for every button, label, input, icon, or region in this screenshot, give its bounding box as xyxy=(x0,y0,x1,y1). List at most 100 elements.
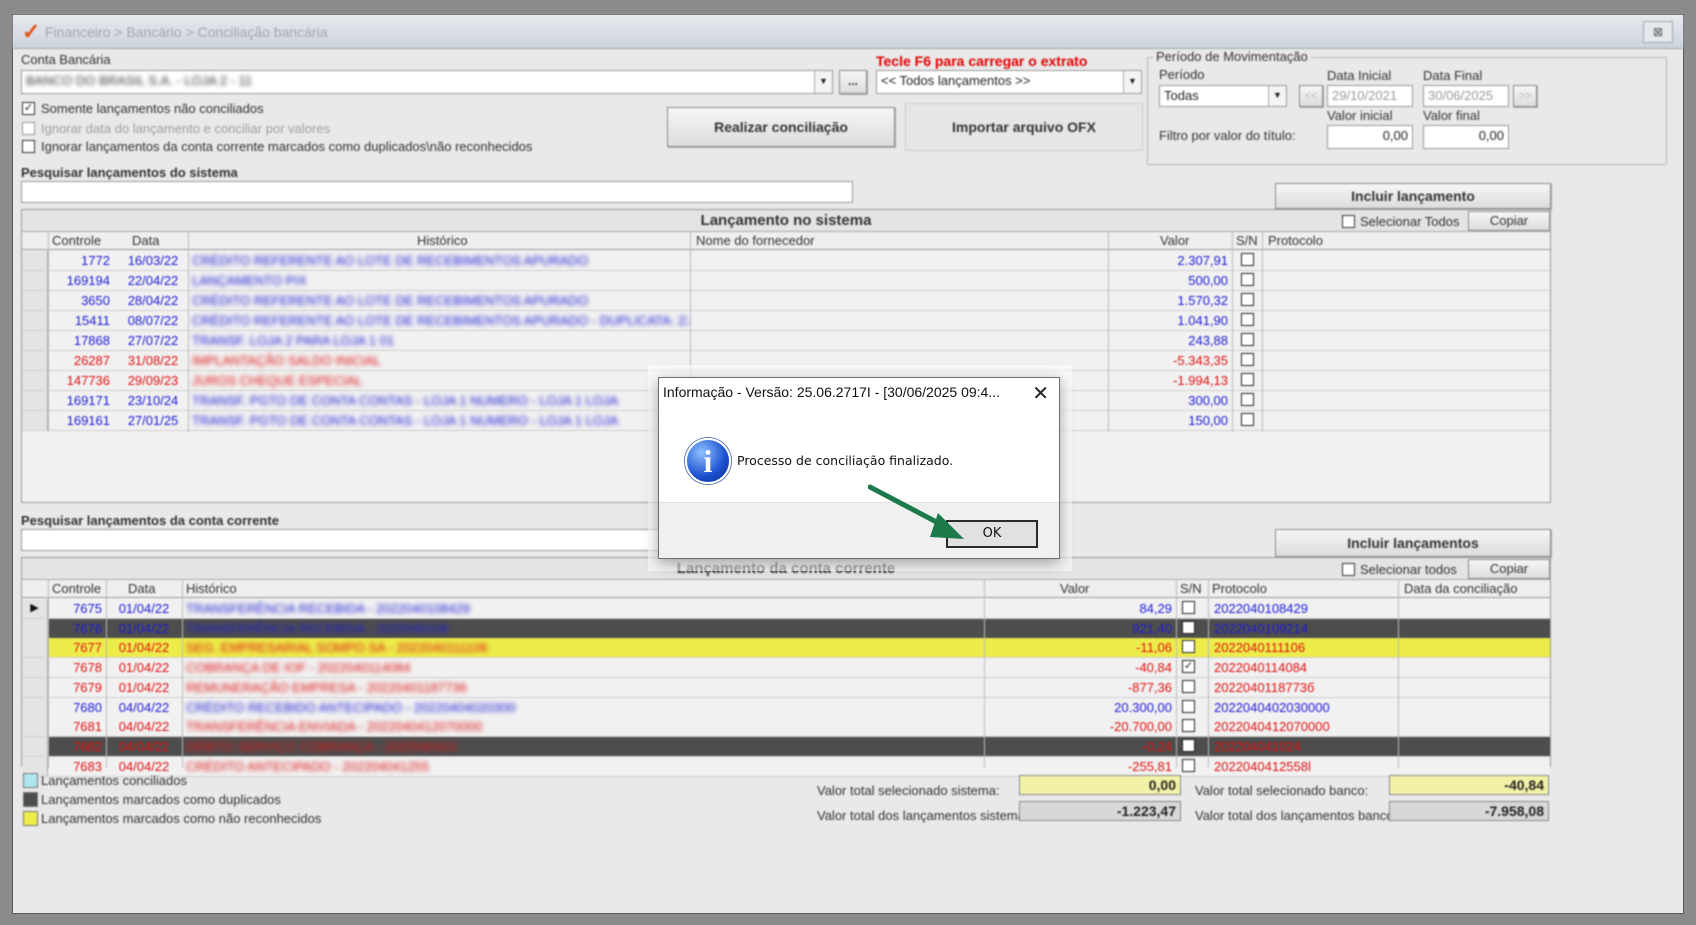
conta-bancaria-combo[interactable]: BANCO DO BRASIL S.A. - LOJA 2 - 11 ▼ xyxy=(21,70,833,94)
table-row[interactable]: 3650 28/04/22 CRÉDITO REFERENTE AO LOTE DE… xyxy=(22,291,1550,311)
table-row[interactable]: ▶ 7675 01/04/22 TRANSFERÊNCIA RECEBIDA - 20… xyxy=(22,599,1550,619)
row-checkbox[interactable] xyxy=(1241,333,1254,346)
row-checkbox[interactable] xyxy=(1241,413,1254,426)
extrato-combo[interactable]: << Todos lançamentos >> ▼ xyxy=(876,70,1142,94)
cell-data: 01/04/22 xyxy=(118,601,170,616)
cell-protocolo: 2022040412070000 xyxy=(1214,719,1330,735)
checkbox-ignorar-data[interactable] xyxy=(22,122,35,135)
table-row[interactable]: 1772 16/03/22 CRÉDITO REFERENTE AO LOTE DE… xyxy=(22,251,1550,271)
incluir-lancamento-button[interactable]: Incluir lançamento xyxy=(1275,183,1551,209)
row-checkbox[interactable] xyxy=(1182,719,1195,733)
row-checkbox[interactable] xyxy=(1241,253,1254,266)
row-checkbox[interactable] xyxy=(1241,273,1254,286)
chevron-down-icon[interactable]: ▼ xyxy=(1123,71,1141,93)
checkbox-somente-nao-conciliados[interactable]: ✓ xyxy=(22,102,35,115)
data-final-field[interactable]: 30/06/2025 xyxy=(1423,85,1509,107)
table-row[interactable]: 7683 04/04/22 CRÉDITO ANTECIPADO - 2022040… xyxy=(22,756,1550,777)
table-row[interactable]: 7676 01/04/22 TRANSFERÊNCIA RECEBIDA - 202… xyxy=(22,618,1550,639)
dialog-close-button[interactable]: ✕ xyxy=(1032,381,1049,406)
cell-data: 01/04/22 xyxy=(118,679,170,695)
checkbox-ignorar-duplicados[interactable] xyxy=(22,140,35,153)
row-checkbox[interactable] xyxy=(1182,699,1195,713)
window-close-button[interactable]: ⊠ xyxy=(1643,21,1673,43)
row-indicator xyxy=(22,251,48,270)
conta-browse-button[interactable]: ... xyxy=(839,70,867,94)
valor-inicial-field[interactable]: 0,00 xyxy=(1327,125,1413,149)
incluir-lancamentos-button[interactable]: Incluir lançamentos xyxy=(1275,529,1551,557)
pesquisar-sistema-input[interactable] xyxy=(21,181,853,203)
cell-data: 04/04/22 xyxy=(118,738,170,754)
cell-valor: 150,00 xyxy=(1188,413,1228,428)
cell-controle: 1772 xyxy=(81,253,110,268)
row-checkbox[interactable] xyxy=(1241,313,1254,326)
cell-controle: 7679 xyxy=(73,679,102,695)
row-indicator xyxy=(22,291,48,310)
legend-nao-reconhecidos-swatch xyxy=(23,811,38,826)
cell-historico: CRÉDITO REFERENTE AO LOTE DE RECEBIMENTO… xyxy=(192,293,589,308)
chevron-down-icon[interactable]: ▼ xyxy=(1268,86,1286,106)
cell-data: 04/04/22 xyxy=(118,719,170,735)
cell-data: 16/03/22 xyxy=(127,253,179,268)
cell-valor: -0,24 xyxy=(1142,738,1172,754)
row-checkbox[interactable] xyxy=(1241,293,1254,306)
valor-final-field[interactable]: 0,00 xyxy=(1423,125,1509,149)
cell-protocolo: 2022040412558l xyxy=(1214,758,1311,774)
cell-historico: SEG. EMPRESARIAL SOMPO SA - 202204011110… xyxy=(186,640,488,656)
cell-controle: 169194 xyxy=(66,273,110,288)
table-row[interactable]: 7681 04/04/22 TRANSFERÊNCIA ENVIADA - 2022… xyxy=(22,717,1550,738)
cell-data: 01/04/22 xyxy=(118,620,170,636)
copiar-conta-button[interactable]: Copiar xyxy=(1468,559,1550,579)
column-divider xyxy=(1232,232,1233,432)
cell-historico: TRANSF. PGTO DE CONTA CONTAS - LOJA 1 NU… xyxy=(192,413,619,428)
cell-valor: 20.300,00 xyxy=(1114,699,1172,715)
table-row[interactable]: 7679 01/04/22 REMUNERAÇÃO EMPRESA - 202204… xyxy=(22,677,1550,698)
selecionar-todos-conta-checkbox[interactable] xyxy=(1342,563,1355,576)
cell-data: 29/09/23 xyxy=(127,373,179,388)
header-protocolo: Protocolo xyxy=(1212,581,1267,596)
cell-historico: JUROS CHEQUE ESPECIAL xyxy=(192,373,363,388)
header-fornecedor: Nome do fornecedor xyxy=(696,233,815,248)
periodo-prev-button[interactable]: << xyxy=(1299,85,1323,107)
cell-valor: -255,81 xyxy=(1127,758,1172,774)
row-checkbox[interactable] xyxy=(1241,393,1254,406)
row-checkbox[interactable] xyxy=(1241,353,1254,366)
row-checkbox[interactable]: ✓ xyxy=(1182,660,1195,674)
table-row[interactable]: 7682 04/04/22 DÉBITO SERVIÇO COBRANÇA - 20… xyxy=(22,736,1550,757)
legend-nao-reconhecidos-label: Lançamentos marcados como não reconhecid… xyxy=(41,811,322,826)
row-checkbox[interactable] xyxy=(1182,620,1195,634)
table-row[interactable]: 7680 04/04/22 CRÉDITO RECEBIDO ANTECIPADO … xyxy=(22,697,1550,718)
realizar-conciliacao-button[interactable]: Realizar conciliação xyxy=(667,107,895,147)
chevron-down-icon[interactable]: ▼ xyxy=(814,71,832,93)
header-valor: Valor xyxy=(1060,581,1090,596)
table-row[interactable]: 169194 22/04/22 LANÇAMENTO PIX 500,00 xyxy=(22,271,1550,291)
copiar-sistema-button[interactable]: Copiar xyxy=(1468,211,1550,231)
row-pointer-icon xyxy=(22,717,48,737)
valor-inicial-label: Valor inicial xyxy=(1327,108,1393,123)
row-indicator xyxy=(22,311,48,330)
cell-data: 08/07/22 xyxy=(127,313,179,328)
importar-ofx-button[interactable]: Importar arquivo OFX xyxy=(905,103,1143,151)
periodo-combo[interactable]: Todas ▼ xyxy=(1159,85,1287,107)
cell-valor: -40,84 xyxy=(1135,660,1172,676)
cell-historico: CRÉDITO RECEBIDO ANTECIPADO - 2022040402… xyxy=(186,699,516,715)
cell-valor: -20.700,00 xyxy=(1109,719,1172,735)
table-row[interactable]: 7678 01/04/22 COBRANÇA DE IOF - 2022040114… xyxy=(22,658,1550,679)
cell-controle: 7675 xyxy=(73,601,102,616)
data-inicial-field[interactable]: 29/10/2021 xyxy=(1327,85,1413,107)
cell-data: 23/10/24 xyxy=(127,393,179,408)
f6-hint-label: Tecle F6 para carregar o extrato xyxy=(876,53,1088,69)
row-checkbox[interactable] xyxy=(1182,640,1195,654)
selecionar-todos-sistema-checkbox[interactable] xyxy=(1342,215,1355,228)
data-inicial-label: Data Inicial xyxy=(1327,68,1392,83)
periodo-next-button[interactable]: >> xyxy=(1513,85,1537,107)
ignorar-data-label: Ignorar data do lançamento e conciliar p… xyxy=(41,121,331,136)
row-checkbox[interactable] xyxy=(1182,601,1195,614)
table-row[interactable]: 17868 27/07/22 TRANSF. LOJA 2 PARA LOJA 1 … xyxy=(22,331,1550,351)
row-checkbox[interactable] xyxy=(1182,679,1195,693)
cell-controle: 7678 xyxy=(73,660,102,676)
table-row[interactable]: 15411 08/07/22 CRÉDITO REFERENTE AO LOTE D… xyxy=(22,311,1550,331)
row-checkbox[interactable] xyxy=(1241,373,1254,386)
table-row[interactable]: 7677 01/04/22 SEG. EMPRESARIAL SOMPO SA - … xyxy=(22,638,1550,659)
row-checkbox[interactable] xyxy=(1182,738,1195,752)
row-checkbox[interactable] xyxy=(1182,758,1195,772)
